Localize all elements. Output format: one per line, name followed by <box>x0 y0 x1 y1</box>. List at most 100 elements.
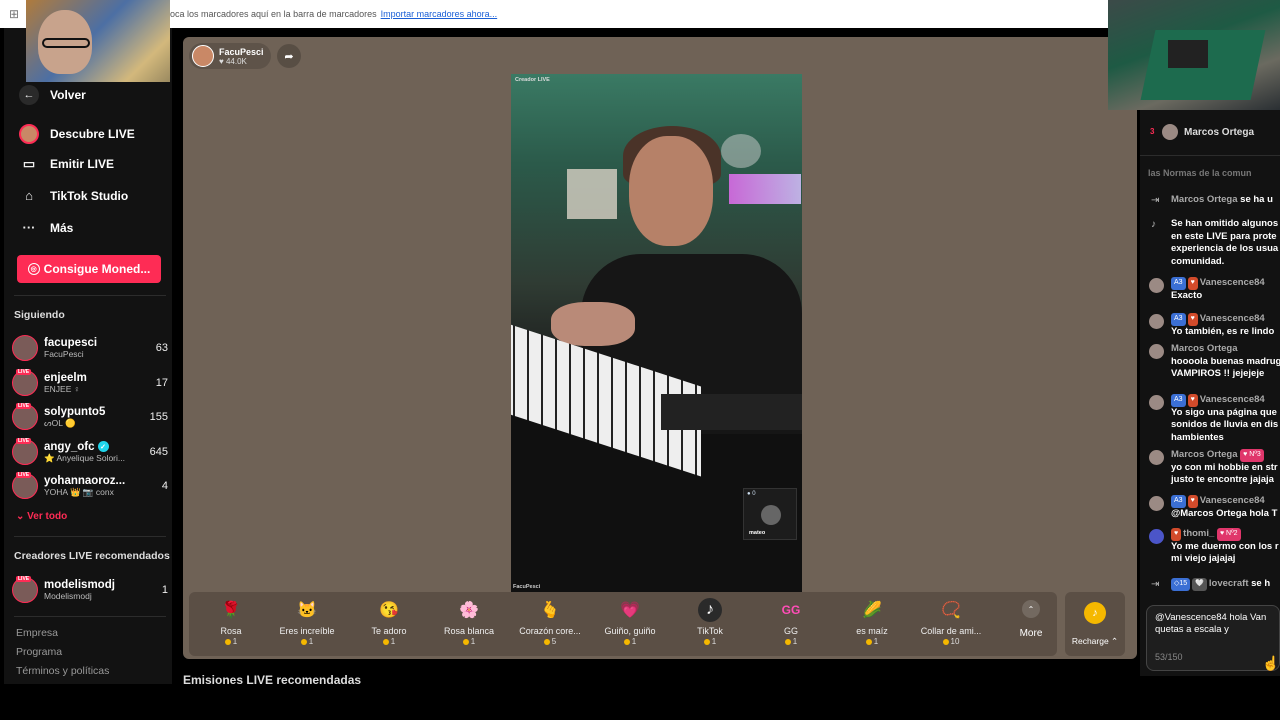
join-icon: ⇥ <box>1151 195 1160 206</box>
video-controller <box>661 394 802 430</box>
chat-username[interactable]: Vanescence84 <box>1200 277 1265 288</box>
gift-item[interactable]: GG GG 1 <box>751 598 831 646</box>
bookmarks-message: oca los marcadores aquí en la barra de m… <box>170 9 377 19</box>
viewer-count: 4 <box>161 480 168 492</box>
chat-username[interactable]: Vanescence84 <box>1200 495 1265 506</box>
chat-text: Yo también, es re lindo <box>1171 325 1275 337</box>
recharge-button[interactable]: ♪ Recharge ⌃ <box>1065 592 1125 656</box>
guest-tile[interactable]: ● 0 mateo <box>743 488 797 540</box>
chat-message: Marcos Ortega ♥ Nº3 yo con mi hobbie en … <box>1148 449 1280 487</box>
following-item[interactable]: LIVE yohannaoroz... YOHA 👑 📷 conx 4 <box>12 471 168 501</box>
chat-username[interactable]: Vanescence84 <box>1200 394 1265 405</box>
nav-label: Más <box>50 220 74 235</box>
fan-badge: 🤍 <box>1192 578 1207 591</box>
nav-more[interactable]: ··· Más <box>18 220 74 235</box>
chat-text: yo con mi hobbie en str justo te encontr… <box>1171 461 1278 486</box>
chat-input[interactable]: @Vanescence84 hola Van quetas a escala y… <box>1146 605 1280 671</box>
see-all-button[interactable]: ⌄ Ver todo <box>16 511 67 522</box>
gift-item[interactable]: 🌸 Rosa blanca 1 <box>429 598 509 646</box>
gift-name: Guiño, guiño <box>604 626 656 636</box>
chat-text: se h <box>1251 578 1271 589</box>
chat-username[interactable]: Vanescence84 <box>1200 313 1265 324</box>
gift-item[interactable]: 🌽 es maíz 1 <box>832 598 912 646</box>
video-poster <box>567 169 617 219</box>
gift-item[interactable]: 😘 Te adoro 1 <box>349 598 429 646</box>
following-item[interactable]: LIVE angy_ofc ✓ ⭐ Anyelique Solori... 645 <box>12 437 168 467</box>
gift-item[interactable]: ♪ TikTok 1 <box>670 598 750 646</box>
nav-tiktok-studio[interactable]: ⌂ TikTok Studio <box>18 188 128 203</box>
following-name: angy_ofc <box>44 440 95 453</box>
finger-heart-icon: 🫰 <box>540 602 560 619</box>
recommended-title: Creadores LIVE recomendados <box>14 550 170 562</box>
gift-item[interactable]: 🐱 Eres increíble 1 <box>267 598 347 646</box>
nav-discover-live[interactable]: Descubre LIVE <box>18 124 135 144</box>
following-sub: ENJEE ♀ <box>44 384 81 394</box>
gift-item[interactable]: 💗 Guiño, guiño 1 <box>590 598 670 646</box>
see-all-label: Ver todo <box>27 511 68 522</box>
host-info[interactable]: FacuPesci ♥ 44.0K <box>189 43 271 69</box>
following-item[interactable]: facupesci FacuPesci 63 <box>12 333 168 363</box>
live-video[interactable]: Creador LIVE FacuPesci ● 0 mateo <box>511 74 802 592</box>
kiss-face-icon: 😘 <box>379 602 399 619</box>
live-stage: FacuPesci ♥ 44.0K ➦ Creador LIVE FacuPes… <box>183 37 1137 659</box>
avatar: LIVE <box>12 369 38 396</box>
fan-badge: ♥ <box>1187 277 1198 290</box>
chat-text: @Marcos Ortega hola T <box>1171 507 1278 519</box>
nav-go-live[interactable]: ▭ Emitir LIVE <box>18 156 114 172</box>
workbench-keyboard <box>1168 40 1208 68</box>
gift-item[interactable]: 📿 Collar de ami... 10 <box>911 598 991 646</box>
divider <box>14 295 166 296</box>
following-name: solypunto5 <box>44 405 106 418</box>
chat-text: Exacto <box>1171 289 1203 301</box>
chat-username[interactable]: lovecraft <box>1209 578 1249 589</box>
gift-bar: 🌹 Rosa 1 🐱 Eres increíble 1 😘 Te adoro 1… <box>189 592 1057 656</box>
level-badge: A3 <box>1171 495 1186 508</box>
recommended-sub: Modelismodj <box>44 591 92 601</box>
chat-text: hoooola buenas madrug VAMPIROS !! jejeje… <box>1171 355 1280 380</box>
webcam-overlay-workbench <box>1108 0 1280 110</box>
recommended-item[interactable]: LIVE modelismodj Modelismodj 1 <box>12 575 168 605</box>
chat-text: Yo me duermo con los r mi viejo jajajaj <box>1171 540 1279 565</box>
more-gifts-button[interactable]: ⌃ More <box>1011 600 1051 639</box>
level-badge: A3 <box>1171 313 1186 326</box>
get-coins-button[interactable]: ◎ Consigue Moned... <box>17 255 161 283</box>
back-button[interactable]: ← Volver <box>18 85 86 105</box>
avatar <box>1149 529 1164 544</box>
viewer-count: 155 <box>149 411 168 423</box>
live-badge: LIVE <box>16 472 32 478</box>
host-likes: ♥ 44.0K <box>219 56 247 66</box>
home-icon: ⌂ <box>25 188 33 203</box>
chat-username[interactable]: Marcos Ortega <box>1171 449 1238 460</box>
gift-price: 5 <box>543 637 556 646</box>
gift-price: 1 <box>224 637 237 646</box>
footer-business-link[interactable]: Empresa <box>16 627 58 639</box>
gift-price: 1 <box>784 637 797 646</box>
footer-terms-link[interactable]: Términos y políticas <box>16 665 109 677</box>
viewer-count: 1 <box>161 584 168 596</box>
webcam-overlay-face <box>26 0 170 82</box>
guest-indicator: ● 0 <box>747 491 756 497</box>
live-badge: LIVE <box>16 369 32 375</box>
chat-username[interactable]: Marcos Ortega <box>1171 343 1238 354</box>
avatar <box>1149 450 1164 465</box>
gift-item[interactable]: 🫰 Corazón core... 5 <box>510 598 590 646</box>
following-item[interactable]: LIVE solypunto5 ᔕOL 🟡 155 <box>12 402 168 432</box>
footer-program-link[interactable]: Programa <box>16 646 62 658</box>
apps-grid-icon[interactable]: ⊞ <box>0 7 28 21</box>
cat-icon: 🐱 <box>297 602 317 619</box>
top-viewer-name[interactable]: Marcos Ortega <box>1184 127 1254 138</box>
avatar: LIVE <box>12 438 38 465</box>
chat-input-text[interactable]: @Vanescence84 hola Van quetas a escala y <box>1155 612 1280 636</box>
following-item[interactable]: LIVE enjeelm ENJEE ♀ 17 <box>12 368 168 398</box>
chat-username[interactable]: thomi_ <box>1183 528 1214 539</box>
import-bookmarks-link[interactable]: Importar marcadores ahora... <box>381 9 498 19</box>
live-badge: LIVE <box>16 576 32 582</box>
webcam-glasses <box>42 38 90 48</box>
guest-name: mateo <box>749 530 766 536</box>
recommended-name: modelismodj <box>44 579 115 591</box>
video-streamer-head <box>629 136 713 246</box>
gift-item[interactable]: 🌹 Rosa 1 <box>191 598 271 646</box>
chat-username[interactable]: Marcos Ortega <box>1171 194 1238 205</box>
sidebar: ← Volver Descubre LIVE ▭ Emitir LIVE ⌂ T… <box>4 28 172 684</box>
share-button[interactable]: ➦ <box>277 44 301 68</box>
